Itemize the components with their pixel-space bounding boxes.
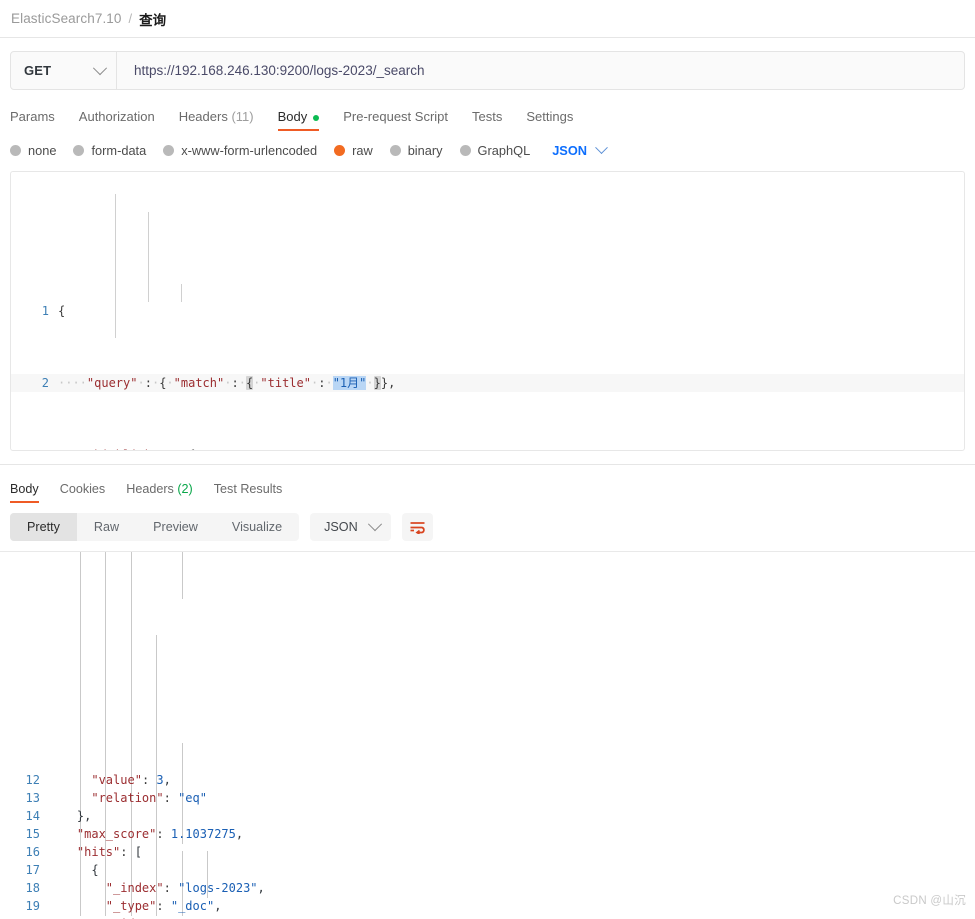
tab-headers-label: Headers <box>178 109 228 124</box>
code-line: 13 "relation": "eq" <box>0 789 975 807</box>
body-type-none-label: none <box>28 142 57 158</box>
response-tab-test-results-label: Test Results <box>213 482 283 496</box>
word-wrap-toggle-button[interactable] <box>401 513 433 541</box>
line-number: 20 <box>0 915 48 919</box>
line-number: 15 <box>25 827 40 841</box>
code-line: 15 "max_score": 1.1037275, <box>0 825 975 843</box>
code-line: 17 { <box>0 861 975 879</box>
code-line: 2 ····"query"·:·{·"match"·:·{·"title"·:·… <box>11 374 964 392</box>
line-number: 3 <box>11 446 58 450</box>
chevron-down-icon <box>595 140 608 154</box>
body-type-raw-label: raw <box>352 142 373 158</box>
http-method-select[interactable]: GET <box>11 52 117 89</box>
response-view-pretty[interactable]: Pretty <box>10 513 77 541</box>
word-wrap-icon <box>410 522 425 534</box>
tab-authorization[interactable]: Authorization <box>79 109 155 131</box>
breadcrumb-collection[interactable]: ElasticSearch7.10 <box>11 11 122 26</box>
tab-authorization-label: Authorization <box>78 109 155 124</box>
radio-icon <box>73 144 85 156</box>
response-toolbar: Pretty Raw Preview Visualize JSON <box>0 512 975 542</box>
request-tab-bar: Params Authorization Headers (11) Body P… <box>0 102 975 131</box>
body-type-urlencoded[interactable]: x-www-form-urlencoded <box>163 143 317 158</box>
line-number: 17 <box>25 863 40 877</box>
code-line: 16 "hits": [ <box>0 843 975 861</box>
body-type-form-data[interactable]: form-data <box>73 143 146 158</box>
radio-icon <box>459 144 471 156</box>
request-url-input[interactable]: https://192.168.246.130:9200/logs-2023/_… <box>117 52 964 89</box>
body-type-graphql[interactable]: GraphQL <box>459 142 531 158</box>
tab-pre-request-script[interactable]: Pre-request Script <box>343 109 448 131</box>
body-type-raw[interactable]: raw <box>334 143 373 158</box>
response-tab-headers-count: (2) <box>177 482 193 496</box>
response-view-switcher: Pretty Raw Preview Visualize <box>10 513 300 541</box>
radio-icon <box>10 144 21 156</box>
line-number: 13 <box>25 791 40 805</box>
line-number: 1 <box>41 304 49 318</box>
tab-settings-label: Settings <box>526 109 574 124</box>
breadcrumb-current-request[interactable]: 查询 <box>139 9 166 29</box>
response-tab-body[interactable]: Body <box>10 482 39 503</box>
http-method-label: GET <box>24 63 52 78</box>
body-type-urlencoded-label: x-www-form-urlencoded <box>181 142 318 158</box>
response-tab-body-label: Body <box>10 482 39 496</box>
code-line: 12 "value": 3, <box>0 771 975 789</box>
line-number: 18 <box>25 881 40 895</box>
line-number: 12 <box>25 773 40 787</box>
code-line: 19 "_type": "_doc", <box>0 897 975 915</box>
body-type-none[interactable]: none <box>10 143 56 158</box>
response-tab-headers[interactable]: Headers (2) <box>126 482 193 503</box>
body-type-row: none form-data x-www-form-urlencoded raw… <box>0 135 975 165</box>
tab-params[interactable]: Params <box>10 109 55 131</box>
request-url-bar: GET https://192.168.246.130:9200/logs-20… <box>10 51 965 90</box>
watermark: CSDN @山沉 <box>893 895 966 907</box>
response-view-preview[interactable]: Preview <box>136 513 215 541</box>
response-tab-bar: Body Cookies Headers (2) Test Results <box>0 475 975 503</box>
code-line: 1 { <box>11 302 964 320</box>
tab-pre-request-script-label: Pre-request Script <box>343 109 449 124</box>
body-type-binary[interactable]: binary <box>389 142 443 158</box>
chevron-down-icon <box>367 517 382 532</box>
tab-tests-label: Tests <box>472 109 503 124</box>
code-line: 20 "_id": "1", <box>0 915 975 919</box>
response-view-raw[interactable]: Raw <box>77 513 136 541</box>
tab-headers[interactable]: Headers (11) <box>179 109 254 131</box>
breadcrumb-separator: / <box>128 11 133 26</box>
code-line: 18 "_index": "logs-2023", <box>0 879 975 897</box>
response-format-select[interactable]: JSON <box>310 513 391 541</box>
radio-icon <box>389 144 401 156</box>
tab-body-label: Body <box>277 109 308 124</box>
unsaved-dot-icon <box>313 114 320 121</box>
response-tab-headers-label: Headers <box>126 482 174 496</box>
tab-headers-count: (11) <box>231 109 254 124</box>
radio-icon <box>163 144 175 156</box>
tab-settings[interactable]: Settings <box>526 109 573 131</box>
tab-params-label: Params <box>10 109 55 124</box>
breadcrumb: ElasticSearch7.10 / 查询 <box>0 0 975 38</box>
body-format-select[interactable]: JSON <box>552 140 608 158</box>
code-line: 14 }, <box>0 807 975 825</box>
response-code-lines: 12 "value": 3, 13 "relation": "eq" 14 }, 15… <box>0 771 975 919</box>
response-body-viewer[interactable]: 12 "value": 3, 13 "relation": "eq" 14 }, 15… <box>0 551 975 919</box>
chevron-down-icon <box>92 60 108 75</box>
request-body-editor[interactable]: 1 { 2 ····"query"·:·{·"match"·:·{·"title… <box>10 171 965 451</box>
response-divider <box>0 464 975 465</box>
line-number: 14 <box>25 809 40 823</box>
code-line: 3 ····"highlight"·:·{ <box>11 446 964 450</box>
tab-tests[interactable]: Tests <box>472 109 502 131</box>
response-tab-cookies-label: Cookies <box>59 482 106 496</box>
body-type-graphql-label: GraphQL <box>477 142 531 158</box>
line-number: 16 <box>25 845 40 859</box>
radio-selected-icon <box>334 144 346 156</box>
response-view-visualize[interactable]: Visualize <box>215 513 299 541</box>
body-type-form-data-label: form-data <box>91 142 147 158</box>
line-number: 2 <box>41 376 49 390</box>
response-tab-test-results[interactable]: Test Results <box>214 482 283 503</box>
body-type-binary-label: binary <box>407 142 443 158</box>
tab-body[interactable]: Body <box>277 109 320 131</box>
response-format-label: JSON <box>324 520 358 534</box>
response-tab-cookies[interactable]: Cookies <box>60 482 106 503</box>
body-format-label: JSON <box>552 142 588 158</box>
line-number: 19 <box>25 899 40 913</box>
